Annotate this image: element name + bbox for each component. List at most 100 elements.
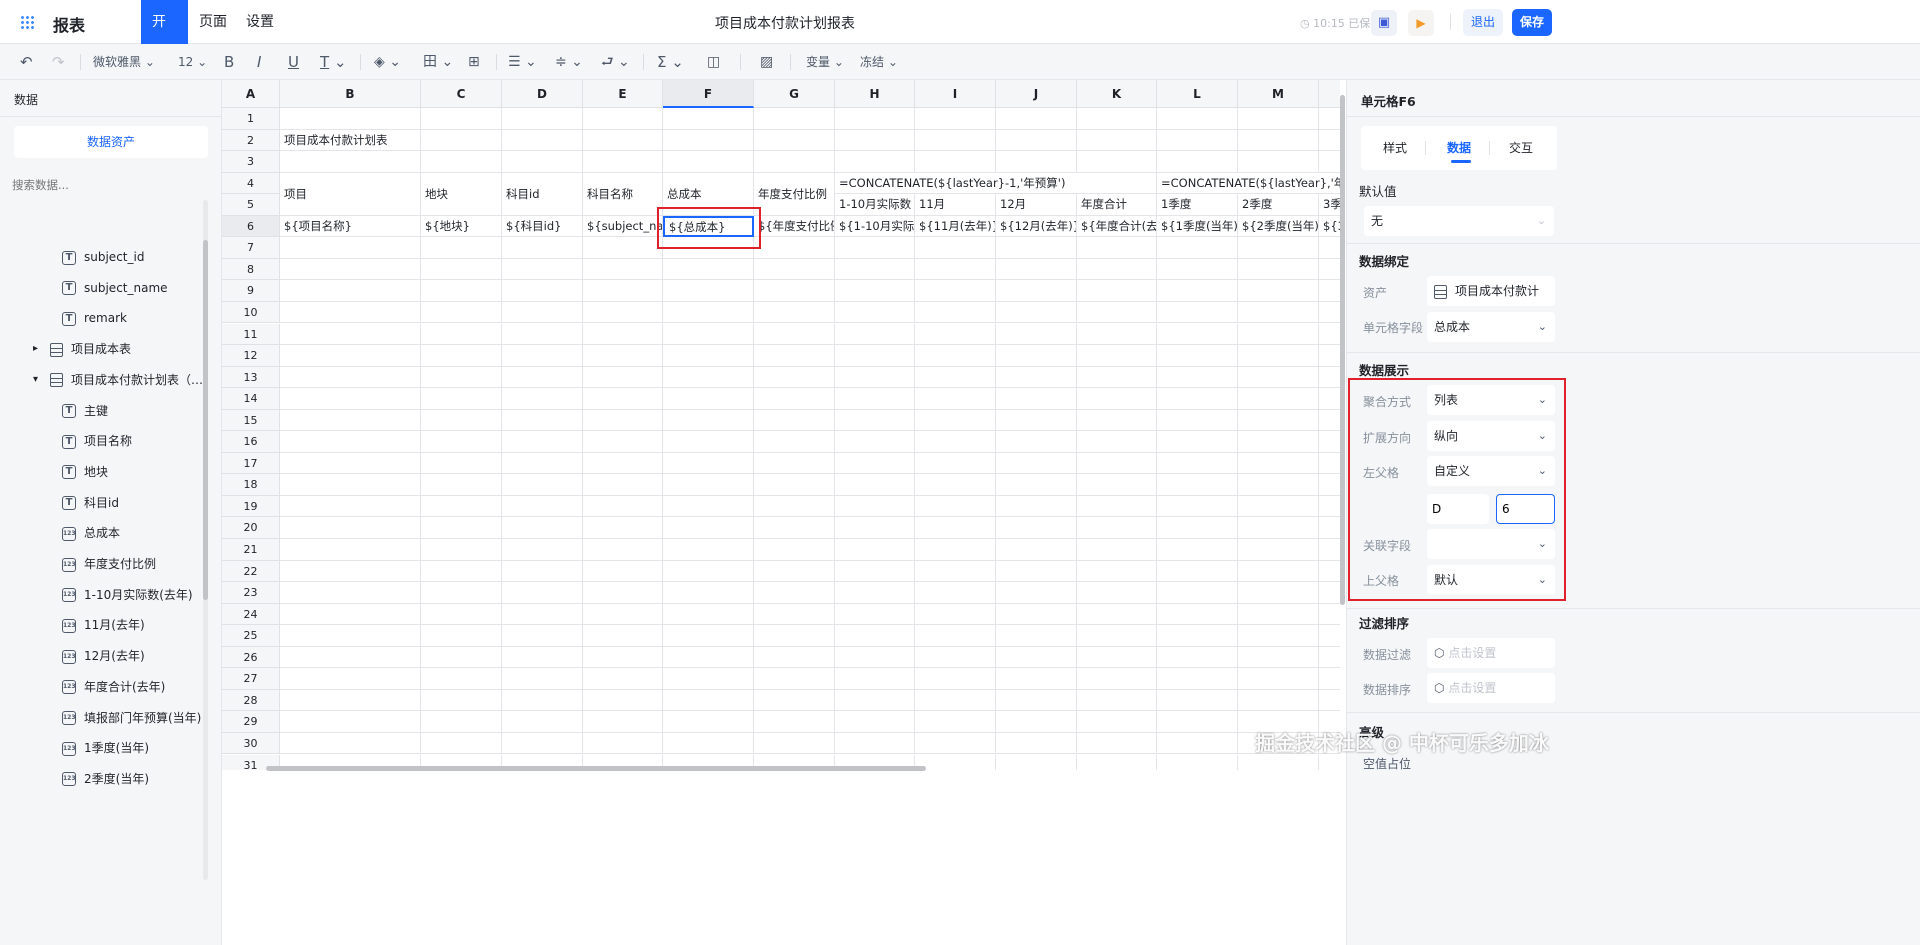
caret-right-icon[interactable]: ▸	[33, 334, 38, 364]
text-color-icon[interactable]: T ⌄	[320, 44, 347, 80]
grid-cell[interactable]	[915, 582, 996, 604]
grid-cell[interactable]	[421, 345, 502, 367]
merge-cells-icon[interactable]: ⊞	[468, 44, 480, 80]
grid-cell[interactable]	[502, 409, 583, 432]
grid-cell[interactable]	[583, 151, 663, 173]
grid-cell[interactable]: ${subject_name}	[583, 215, 663, 238]
grid-cell[interactable]	[915, 388, 996, 410]
grid-cell[interactable]	[754, 539, 835, 561]
grid-cell[interactable]	[996, 474, 1077, 496]
row-header[interactable]: 18	[222, 474, 280, 496]
grid-cell[interactable]	[1238, 366, 1319, 389]
grid-cell[interactable]	[421, 280, 502, 302]
grid-cell[interactable]: ${2季度(当年)}	[1238, 215, 1319, 238]
row-header[interactable]: 28	[222, 689, 280, 712]
grid-cell[interactable]	[1238, 754, 1319, 770]
row-header[interactable]: 25	[222, 625, 280, 647]
grid-cell[interactable]: 科目名称	[583, 172, 663, 216]
row-header[interactable]: 29	[222, 711, 280, 733]
grid-cell[interactable]	[754, 560, 835, 583]
grid-cell[interactable]: 11月	[915, 194, 996, 216]
grid-cell[interactable]	[663, 366, 754, 389]
grid-cell[interactable]	[996, 582, 1077, 604]
grid-cell[interactable]	[996, 108, 1077, 130]
grid-cell[interactable]	[835, 603, 915, 626]
row-header[interactable]: 13	[222, 366, 280, 389]
grid-cell[interactable]	[1157, 711, 1238, 733]
grid-cell[interactable]	[754, 301, 835, 324]
grid-cell[interactable]	[1319, 582, 1340, 604]
grid-cell[interactable]: 3季度	[1319, 194, 1340, 216]
grid-cell[interactable]	[502, 280, 583, 302]
row-header[interactable]: 22	[222, 560, 280, 583]
grid-cell[interactable]	[1319, 539, 1340, 561]
grid-cell[interactable]	[583, 431, 663, 453]
grid-cell[interactable]	[835, 668, 915, 690]
asset-field[interactable]: 项目成本付款计	[1427, 276, 1555, 306]
grid-cell[interactable]	[583, 452, 663, 475]
spreadsheet-grid[interactable]: ABCDEFGHIJKLMN 12 项目成本付款计划表 34 项目 地块 科目id 科目名称 总…	[222, 80, 1340, 770]
grid-cell[interactable]	[421, 603, 502, 626]
grid-cell[interactable]	[502, 560, 583, 583]
grid-cell[interactable]	[502, 431, 583, 453]
grid-cell[interactable]	[915, 495, 996, 518]
grid-cell[interactable]	[835, 388, 915, 410]
freeze-menu[interactable]: 冻结 ⌄	[860, 44, 898, 80]
data-tree-item[interactable]: Tsubject_name	[0, 273, 205, 303]
grid-cell[interactable]	[754, 732, 835, 755]
grid-cell[interactable]	[915, 711, 996, 733]
grid-cell[interactable]	[280, 646, 421, 669]
grid-cell[interactable]	[996, 495, 1077, 518]
grid-cell[interactable]	[663, 129, 754, 152]
grid-cell[interactable]	[915, 237, 996, 259]
grid-cell[interactable]	[915, 301, 996, 324]
grid-cell[interactable]	[502, 603, 583, 626]
grid-cell[interactable]	[754, 388, 835, 410]
grid-cell[interactable]	[663, 345, 754, 367]
grid-cell[interactable]	[915, 603, 996, 626]
grid-cell[interactable]	[1238, 388, 1319, 410]
grid-cell[interactable]	[835, 258, 915, 281]
grid-cell[interactable]	[1238, 517, 1319, 539]
grid-cell[interactable]	[1157, 280, 1238, 302]
grid-cell[interactable]	[996, 711, 1077, 733]
column-header[interactable]: F	[663, 80, 754, 108]
fullscreen-icon[interactable]: ▣	[1371, 10, 1397, 36]
scrollbar-thumb[interactable]	[203, 240, 208, 600]
grid-cell[interactable]	[1157, 668, 1238, 690]
grid-cell[interactable]	[663, 646, 754, 669]
grid-cell[interactable]	[663, 539, 754, 561]
grid-cell[interactable]	[915, 431, 996, 453]
grid-cell[interactable]	[1077, 151, 1157, 173]
grid-cell[interactable]	[1319, 496, 1340, 518]
grid-cell[interactable]	[1077, 409, 1157, 432]
grid-cell[interactable]	[421, 129, 502, 152]
row-header[interactable]: 12	[222, 345, 280, 367]
grid-cell[interactable]	[421, 258, 502, 281]
grid-cell[interactable]	[421, 646, 502, 669]
grid-cell[interactable]	[663, 323, 754, 346]
grid-cell[interactable]	[1157, 151, 1238, 173]
grid-cell[interactable]: 年度合计	[1077, 194, 1157, 216]
grid-cell[interactable]	[1238, 625, 1319, 647]
grid-cell[interactable]	[996, 388, 1077, 410]
row-header[interactable]: 3	[222, 151, 280, 173]
grid-cell[interactable]	[996, 603, 1077, 626]
grid-cell[interactable]	[1238, 560, 1319, 583]
grid-cell[interactable]	[915, 323, 996, 346]
grid-cell[interactable]	[663, 474, 754, 496]
grid-cell[interactable]	[1157, 452, 1238, 475]
row-header[interactable]: 16	[222, 431, 280, 453]
grid-cell[interactable]	[1077, 388, 1157, 410]
search-data-input[interactable]	[12, 174, 202, 196]
grid-cell[interactable]: ${1-10月实际数(去年)}	[835, 215, 915, 238]
grid-cell[interactable]	[996, 689, 1077, 712]
grid-cell[interactable]	[1319, 108, 1340, 130]
grid-cell[interactable]: 年度支付比例	[754, 172, 835, 216]
grid-cell[interactable]	[1077, 237, 1157, 259]
grid-cell[interactable]	[835, 280, 915, 302]
grid-cell[interactable]	[835, 323, 915, 346]
grid-cell[interactable]	[280, 732, 421, 755]
grid-cell[interactable]	[996, 754, 1077, 770]
grid-cell[interactable]	[1319, 280, 1340, 302]
